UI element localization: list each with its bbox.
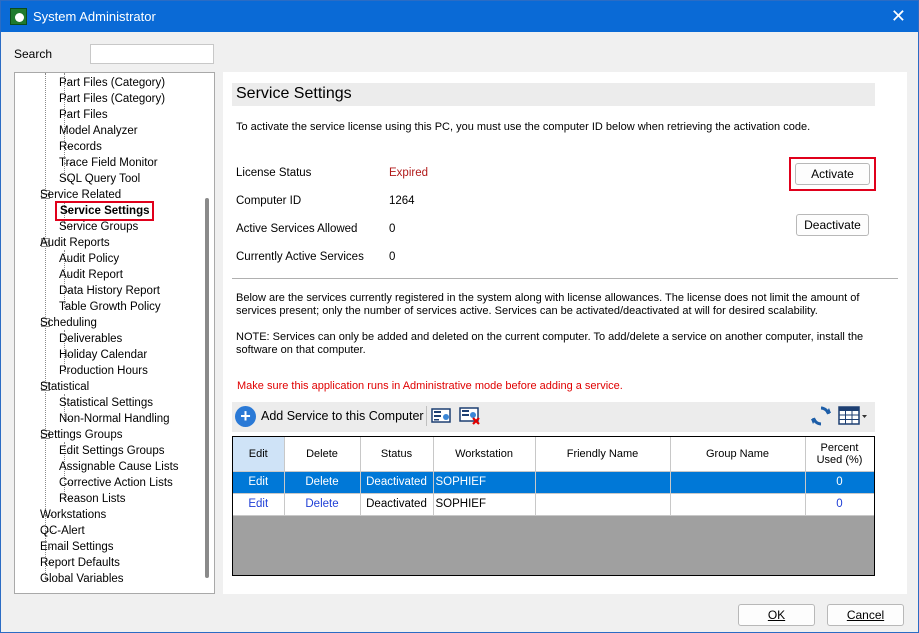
tree-node-trace-field-monitor[interactable]: Trace Field Monitor	[59, 155, 158, 171]
tree-node-reason-lists[interactable]: Reason Lists	[59, 491, 125, 507]
license-status-value: Expired	[389, 167, 428, 179]
cell-friendly	[535, 493, 671, 516]
system-administrator-window: System Administrator ✕ Search Part Files…	[0, 0, 919, 633]
tree-node-settings-groups[interactable]: Settings Groups	[40, 427, 122, 443]
column-header-group-name[interactable]: Group Name	[670, 437, 806, 472]
service-settings-panel: Service Settings To activate the service…	[223, 72, 907, 594]
app-icon	[10, 8, 27, 25]
tree-node-service-settings[interactable]: Service Settings	[55, 201, 155, 221]
tree-node-audit-reports[interactable]: Audit Reports	[40, 235, 110, 251]
edit-service-card-icon[interactable]	[431, 407, 453, 425]
services-toolbar: + Add Service to this Computer	[232, 402, 875, 432]
toolbar-separator	[426, 406, 427, 426]
cell-workstation: SOPHIEF	[433, 471, 536, 494]
cancel-button[interactable]: Cancel	[827, 604, 904, 626]
tree-node-audit-report[interactable]: Audit Report	[59, 267, 123, 283]
table-row[interactable]: Edit Delete Deactivated SOPHIEF 0	[233, 493, 874, 516]
column-header-delete[interactable]: Delete	[284, 437, 361, 472]
tree-node-table-growth-policy[interactable]: Table Growth Policy	[59, 299, 161, 315]
close-icon[interactable]: ✕	[891, 6, 906, 27]
tree-node-service-groups[interactable]: Service Groups	[59, 219, 138, 235]
tree-node-report-defaults[interactable]: Report Defaults	[40, 555, 120, 571]
tree-node-production-hours[interactable]: Production Hours	[59, 363, 148, 379]
active-services-allowed-label: Active Services Allowed	[236, 223, 358, 235]
cell-group	[670, 471, 806, 494]
tree-node-assignable-cause-lists[interactable]: Assignable Cause Lists	[59, 459, 179, 475]
services-description: Below are the services currently registe…	[236, 292, 860, 317]
tree-node-global-variables[interactable]: Global Variables	[40, 571, 124, 587]
activation-instructions: To activate the service license using th…	[236, 121, 811, 133]
tree-node-part-files-category[interactable]: Part Files (Category)	[59, 75, 165, 91]
tree-node-statistical-settings[interactable]: Statistical Settings	[59, 395, 153, 411]
computer-id-label: Computer ID	[236, 195, 302, 207]
add-service-button[interactable]: Add Service to this Computer	[261, 409, 424, 423]
tree-node-statistical[interactable]: Statistical	[40, 379, 89, 395]
tree-scrollbar[interactable]	[200, 73, 214, 593]
ok-button[interactable]: OK	[738, 604, 815, 626]
tree-node-email-settings[interactable]: Email Settings	[40, 539, 114, 555]
column-header-workstation[interactable]: Workstation	[433, 437, 536, 472]
column-header-percent-used[interactable]: Percent Used (%)	[805, 437, 874, 472]
currently-active-services-value: 0	[389, 251, 396, 263]
cell-group	[670, 493, 806, 516]
table-row[interactable]: Edit Delete Deactivated SOPHIEF 0	[233, 471, 874, 494]
services-note: NOTE: Services can only be added and del…	[236, 331, 864, 356]
cell-percent: 0	[805, 493, 874, 516]
tree-node-holiday-calendar[interactable]: Holiday Calendar	[59, 347, 147, 363]
add-circle-icon[interactable]: +	[235, 406, 256, 427]
tree-node-qc-alert[interactable]: QC-Alert	[40, 523, 85, 539]
title-bar: System Administrator ✕	[1, 1, 918, 32]
ok-button-label: OK	[767, 608, 786, 622]
deactivate-button[interactable]: Deactivate	[796, 214, 869, 236]
activate-button[interactable]: Activate	[795, 163, 870, 185]
cell-delete[interactable]: Delete	[284, 493, 361, 516]
tree-node-part-files-category[interactable]: Part Files (Category)	[59, 91, 165, 107]
column-chooser-icon[interactable]	[837, 405, 869, 427]
column-header-friendly-name[interactable]: Friendly Name	[535, 437, 671, 472]
column-header-status[interactable]: Status	[360, 437, 434, 472]
column-header-edit[interactable]: Edit	[233, 437, 285, 472]
services-grid: Edit Delete Status Workstation Friendly Name…	[232, 436, 875, 576]
cell-workstation: SOPHIEF	[433, 493, 536, 516]
search-label: Search	[14, 47, 53, 61]
panel-title: Service Settings	[232, 83, 875, 106]
delete-service-card-icon[interactable]	[459, 407, 481, 425]
license-status-label: License Status	[236, 167, 312, 179]
cell-status: Deactivated	[360, 471, 434, 494]
tree-node-edit-settings-groups[interactable]: Edit Settings Groups	[59, 443, 164, 459]
window-title: System Administrator	[33, 9, 156, 24]
cell-status: Deactivated	[360, 493, 434, 516]
tree-node-part-files[interactable]: Part Files	[59, 107, 108, 123]
cell-delete[interactable]: Delete	[284, 471, 361, 494]
cell-friendly	[535, 471, 671, 494]
admin-mode-warning: Make sure this application runs in Admin…	[237, 380, 623, 392]
tree-node-audit-policy[interactable]: Audit Policy	[59, 251, 119, 267]
tree-node-records[interactable]: Records	[59, 139, 102, 155]
tree-node-sql-query-tool[interactable]: SQL Query Tool	[59, 171, 140, 187]
cancel-button-label: Cancel	[846, 608, 885, 622]
cell-edit[interactable]: Edit	[233, 493, 285, 516]
tree-node-corrective-action-lists[interactable]: Corrective Action Lists	[59, 475, 173, 491]
tree-node-deliverables[interactable]: Deliverables	[59, 331, 122, 347]
cell-edit[interactable]: Edit	[233, 471, 285, 494]
tree-node-data-history-report[interactable]: Data History Report	[59, 283, 160, 299]
active-services-allowed-value: 0	[389, 223, 396, 235]
computer-id-value: 1264	[389, 195, 415, 207]
services-table: Edit Delete Status Workstation Friendly Name…	[233, 437, 874, 516]
tree-node-non-normal-handling[interactable]: Non-Normal Handling	[59, 411, 170, 427]
cell-percent: 0	[805, 471, 874, 494]
tree-node-workstations[interactable]: Workstations	[40, 507, 106, 523]
navigation-tree: Part Files (Category) Part Files (Categor…	[14, 72, 215, 594]
search-input[interactable]	[90, 44, 214, 64]
tree-node-scheduling[interactable]: Scheduling	[40, 315, 97, 331]
tree-scrollbar-thumb[interactable]	[205, 198, 209, 578]
refresh-icon[interactable]	[810, 405, 832, 427]
tree-node-model-analyzer[interactable]: Model Analyzer	[59, 123, 138, 139]
currently-active-services-label: Currently Active Services	[236, 251, 364, 263]
section-divider	[232, 278, 898, 279]
